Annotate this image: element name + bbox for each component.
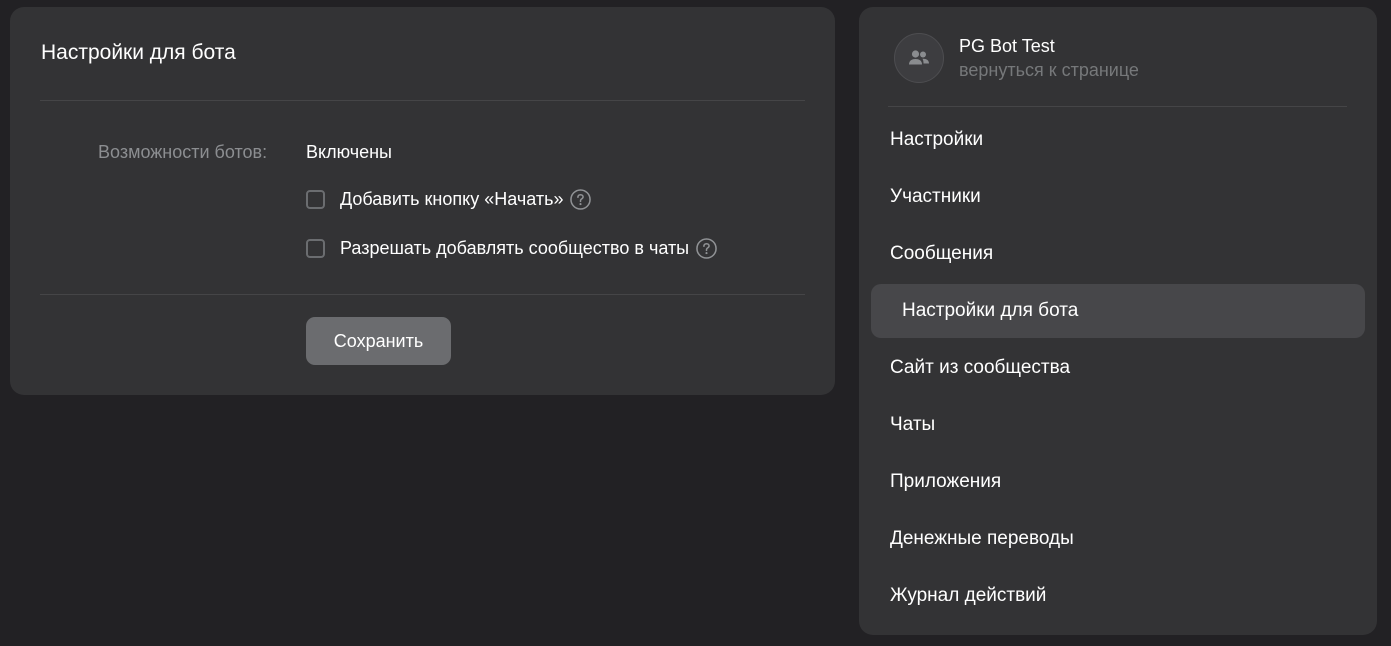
question-circle-icon[interactable] (570, 188, 592, 210)
group-users-icon (909, 50, 929, 65)
question-circle-icon[interactable] (696, 237, 717, 259)
bot-settings-card: Настройки для бота Возможности ботов: Вк… (10, 7, 835, 395)
group-header[interactable]: PG Bot Test вернуться к странице (894, 33, 1139, 83)
sidebar-item-messages[interactable]: Сообщения (871, 227, 1365, 281)
start-button-option[interactable]: Добавить кнопку «Начать» (306, 186, 592, 212)
sidebar-item-bot-settings[interactable]: Настройки для бота (871, 284, 1365, 338)
sidebar-item-apps[interactable]: Приложения (871, 455, 1365, 509)
allow-chats-label[interactable]: Разрешать добавлять сообщество в чаты (340, 236, 689, 260)
bot-features-label: Возможности ботов: (98, 142, 268, 162)
sidebar-item-members[interactable]: Участники (871, 170, 1365, 224)
sidebar-item-money-transfers[interactable]: Денежные переводы (871, 512, 1365, 566)
allow-chats-option[interactable]: Разрешать добавлять сообщество в чаты (306, 235, 717, 261)
sidebar-item-settings[interactable]: Настройки (871, 113, 1365, 167)
settings-sidebar: PG Bot Test вернуться к странице Настрой… (859, 7, 1377, 635)
group-name[interactable]: PG Bot Test (959, 34, 1139, 58)
sidebar-item-chats[interactable]: Чаты (871, 398, 1365, 452)
start-button-label[interactable]: Добавить кнопку «Начать» (340, 187, 563, 211)
avatar[interactable] (894, 33, 944, 83)
divider (888, 106, 1347, 107)
page-title: Настройки для бота (41, 41, 236, 64)
sidebar-item-community-site[interactable]: Сайт из сообщества (871, 341, 1365, 395)
back-to-page-link[interactable]: вернуться к странице (959, 58, 1139, 82)
group-info: PG Bot Test вернуться к странице (959, 34, 1139, 82)
sidebar-item-action-log[interactable]: Журнал действий (871, 569, 1365, 623)
allow-chats-checkbox[interactable] (306, 238, 325, 258)
divider (40, 100, 805, 101)
start-button-checkbox[interactable] (306, 189, 325, 209)
save-button[interactable]: Сохранить (306, 317, 451, 365)
divider (40, 294, 805, 295)
bot-features-value: Включены (306, 142, 392, 162)
